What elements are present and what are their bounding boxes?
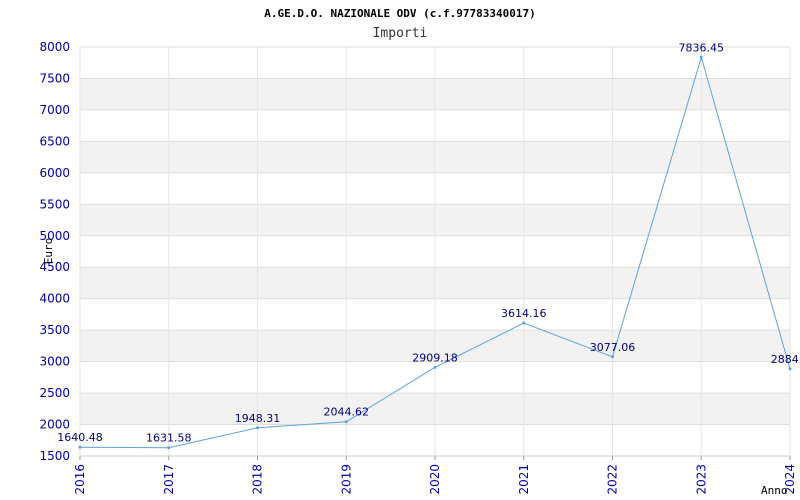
x-tick-label: 2019 bbox=[339, 464, 353, 495]
data-label: 1948.31 bbox=[235, 412, 281, 425]
y-tick-label: 7000 bbox=[39, 103, 70, 117]
data-point bbox=[167, 446, 171, 450]
x-tick-label: 2023 bbox=[694, 464, 708, 495]
data-point bbox=[433, 365, 437, 369]
y-tick-label: 1500 bbox=[39, 449, 70, 463]
data-label: 1631.58 bbox=[146, 432, 192, 445]
data-point bbox=[699, 55, 703, 59]
x-tick-label: 2016 bbox=[73, 464, 87, 495]
x-tick-label: 2021 bbox=[517, 464, 531, 495]
data-point bbox=[611, 355, 614, 359]
data-label: 2909.18 bbox=[412, 351, 458, 364]
chart-title: A.GE.D.O. NAZIONALE ODV (c.f.97783340017… bbox=[264, 7, 536, 20]
x-tick-label: 2017 bbox=[162, 464, 176, 495]
y-tick-label: 6500 bbox=[39, 134, 70, 148]
y-tick-label: 8000 bbox=[39, 40, 70, 54]
chart-subtitle: Importi bbox=[373, 26, 428, 41]
data-point bbox=[78, 445, 82, 449]
y-tick-label: 7500 bbox=[39, 71, 70, 85]
y-tick-label: 5500 bbox=[39, 197, 70, 211]
x-tick-label: 2018 bbox=[251, 464, 265, 495]
x-tick-label: 2022 bbox=[606, 464, 620, 495]
data-label: 2044.62 bbox=[324, 406, 370, 419]
y-tick-label: 3500 bbox=[39, 323, 70, 337]
data-label: 3614.16 bbox=[501, 307, 547, 320]
data-label: 7836.45 bbox=[679, 41, 725, 54]
data-label: 3077.06 bbox=[590, 341, 636, 354]
y-tick-label: 6000 bbox=[39, 166, 70, 180]
y-tick-label: 2000 bbox=[39, 418, 70, 432]
x-axis-label: Anno bbox=[761, 484, 788, 497]
data-label: 2884.1 bbox=[771, 353, 800, 366]
data-label: 1640.48 bbox=[57, 431, 103, 444]
y-tick-label: 4000 bbox=[39, 292, 70, 306]
data-point bbox=[788, 367, 792, 371]
data-point bbox=[522, 321, 526, 325]
y-axis-label: Euro bbox=[42, 238, 55, 265]
data-point bbox=[344, 420, 348, 424]
y-tick-label: 2500 bbox=[39, 386, 70, 400]
line-chart: A.GE.D.O. NAZIONALE ODV (c.f.97783340017… bbox=[39, 7, 800, 497]
x-tick-label: 2020 bbox=[428, 464, 442, 495]
data-point bbox=[256, 426, 259, 430]
y-tick-label: 3000 bbox=[39, 355, 70, 369]
